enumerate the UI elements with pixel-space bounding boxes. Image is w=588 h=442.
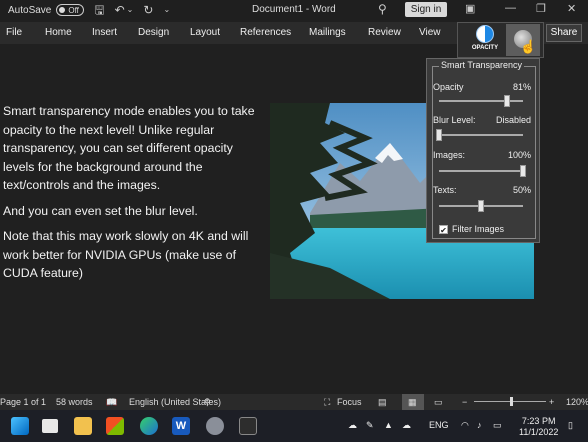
title-bar: AutoSave Off 🖫 ↶ ⌄ ↻ ⌄ Document1 - Word … <box>0 0 588 20</box>
settings-icon[interactable] <box>206 417 224 435</box>
tab-layout[interactable]: Layout <box>190 27 220 38</box>
edit-icon[interactable]: ✎ <box>366 420 374 431</box>
zoom-slider-thumb[interactable] <box>510 397 513 406</box>
volume-icon[interactable]: ♪ <box>477 420 482 430</box>
customize-toolbar-icon[interactable]: ⌄ <box>163 4 170 16</box>
cloud-icon[interactable]: ☁ <box>348 420 357 431</box>
tab-review[interactable]: Review <box>368 27 401 38</box>
proofing-icon[interactable]: 📖 <box>106 397 117 408</box>
wifi-icon[interactable]: ◠ <box>461 420 469 431</box>
paragraph: And you can even set the blur level. <box>3 203 198 218</box>
opacity-button[interactable]: OPACITY <box>470 25 500 55</box>
checkbox-check-icon: ✔ <box>439 224 448 235</box>
zoom-in-icon[interactable]: + <box>549 397 554 407</box>
signin-button[interactable]: Sign in <box>405 2 447 17</box>
tab-view[interactable]: View <box>419 27 441 38</box>
filter-images-label: Filter Images <box>452 224 505 234</box>
minimize-icon[interactable]: — <box>505 2 516 14</box>
close-icon[interactable]: ✕ <box>567 2 576 15</box>
zoom-out-icon[interactable]: − <box>462 397 467 407</box>
blur-level-slider-thumb[interactable] <box>436 129 442 141</box>
restore-icon[interactable]: ❐ <box>536 2 546 15</box>
document-body[interactable]: Smart transparency mode enables you to t… <box>3 102 265 290</box>
print-layout-icon[interactable]: ▦ <box>408 397 417 408</box>
smart-transparency-panel: Smart Transparency Opacity 81% Blur Leve… <box>426 58 540 243</box>
word-count[interactable]: 58 words <box>56 397 93 407</box>
opacity-slider[interactable] <box>439 95 523 107</box>
start-icon[interactable] <box>11 417 29 435</box>
opacity-label: Opacity <box>433 82 464 92</box>
taskbar: W ☁ ✎ ▲ ☁ ENG ◠ ♪ ▭ 7:23 PM 11/1/2022 ▯ <box>0 410 588 442</box>
focus-button[interactable]: Focus <box>337 397 362 407</box>
page-count[interactable]: Page 1 of 1 <box>0 397 46 407</box>
texts-label: Texts: <box>433 185 457 195</box>
texts-value: 50% <box>512 185 531 195</box>
clock-date: 11/1/2022 <box>519 427 559 437</box>
blur-level-label: Blur Level: <box>433 115 476 125</box>
undo-icon[interactable]: ↶ <box>115 4 125 16</box>
images-label: Images: <box>433 150 466 160</box>
undo-dropdown-icon[interactable]: ⌄ <box>127 4 134 16</box>
autosave-toggle[interactable]: Off <box>56 4 85 16</box>
opacity-button-label: OPACITY <box>471 45 499 51</box>
paragraph: Smart transparency mode enables you to t… <box>3 104 255 192</box>
ribbon-display-icon[interactable]: ▣ <box>465 2 475 15</box>
toggle-knob <box>59 7 66 13</box>
terminal-icon[interactable] <box>239 417 257 435</box>
mouse-pointer-icon: ☝ <box>520 39 537 54</box>
filter-images-checkbox[interactable]: ✔ Filter Images <box>439 224 505 235</box>
paragraph: Note that this may work slowly on 4K and… <box>3 229 249 280</box>
notification-icon[interactable]: ▯ <box>568 420 573 431</box>
search-icon[interactable]: ⚲ <box>378 2 387 16</box>
redo-icon[interactable]: ↻ <box>143 4 153 16</box>
battery-icon[interactable]: ▭ <box>493 420 502 431</box>
language-indicator[interactable]: ENG <box>429 420 449 430</box>
clock[interactable]: 7:23 PM 11/1/2022 <box>519 416 558 438</box>
tab-mailings[interactable]: Mailings <box>309 27 346 38</box>
texts-slider-thumb[interactable] <box>478 200 484 212</box>
opacity-slider-thumb[interactable] <box>504 95 511 107</box>
tab-insert[interactable]: Insert <box>92 27 117 38</box>
images-slider-thumb[interactable] <box>520 165 526 177</box>
opacity-icon <box>476 25 494 43</box>
tab-design[interactable]: Design <box>138 27 169 38</box>
document-title: Document1 - Word <box>252 4 336 15</box>
texts-slider[interactable] <box>439 200 523 212</box>
tab-file[interactable]: File <box>6 27 22 38</box>
status-bar: Page 1 of 1 58 words 📖 English (United S… <box>0 394 588 410</box>
web-layout-icon[interactable]: ▭ <box>434 397 443 408</box>
read-mode-icon[interactable]: ▤ <box>378 397 387 408</box>
file-explorer-icon[interactable] <box>74 417 92 435</box>
autosave-label: AutoSave <box>8 4 52 16</box>
onedrive-icon[interactable]: ☁ <box>402 420 411 431</box>
opacity-value: 81% <box>512 82 531 92</box>
panel-title: Smart Transparency <box>439 60 525 70</box>
images-value: 100% <box>507 150 531 160</box>
tab-home[interactable]: Home <box>45 27 72 38</box>
accessibility-icon[interactable]: ⚲ <box>204 397 211 408</box>
tray-app-icon[interactable]: ▲ <box>384 420 393 430</box>
blur-level-value: Disabled <box>495 115 531 125</box>
zoom-level[interactable]: 120% <box>566 397 588 407</box>
autosave-state: Off <box>68 5 79 15</box>
share-button[interactable]: Share <box>546 24 582 42</box>
blur-level-slider[interactable] <box>436 129 523 141</box>
tab-references[interactable]: References <box>240 27 291 38</box>
store-icon[interactable] <box>106 417 124 435</box>
word-icon[interactable]: W <box>172 417 190 435</box>
clock-time: 7:23 PM <box>521 416 556 426</box>
save-icon[interactable]: 🖫 <box>94 4 104 16</box>
edge-icon[interactable] <box>140 417 158 435</box>
focus-icon[interactable]: ⛶ <box>324 397 330 408</box>
images-slider[interactable] <box>439 165 526 177</box>
task-view-icon[interactable] <box>42 419 58 433</box>
